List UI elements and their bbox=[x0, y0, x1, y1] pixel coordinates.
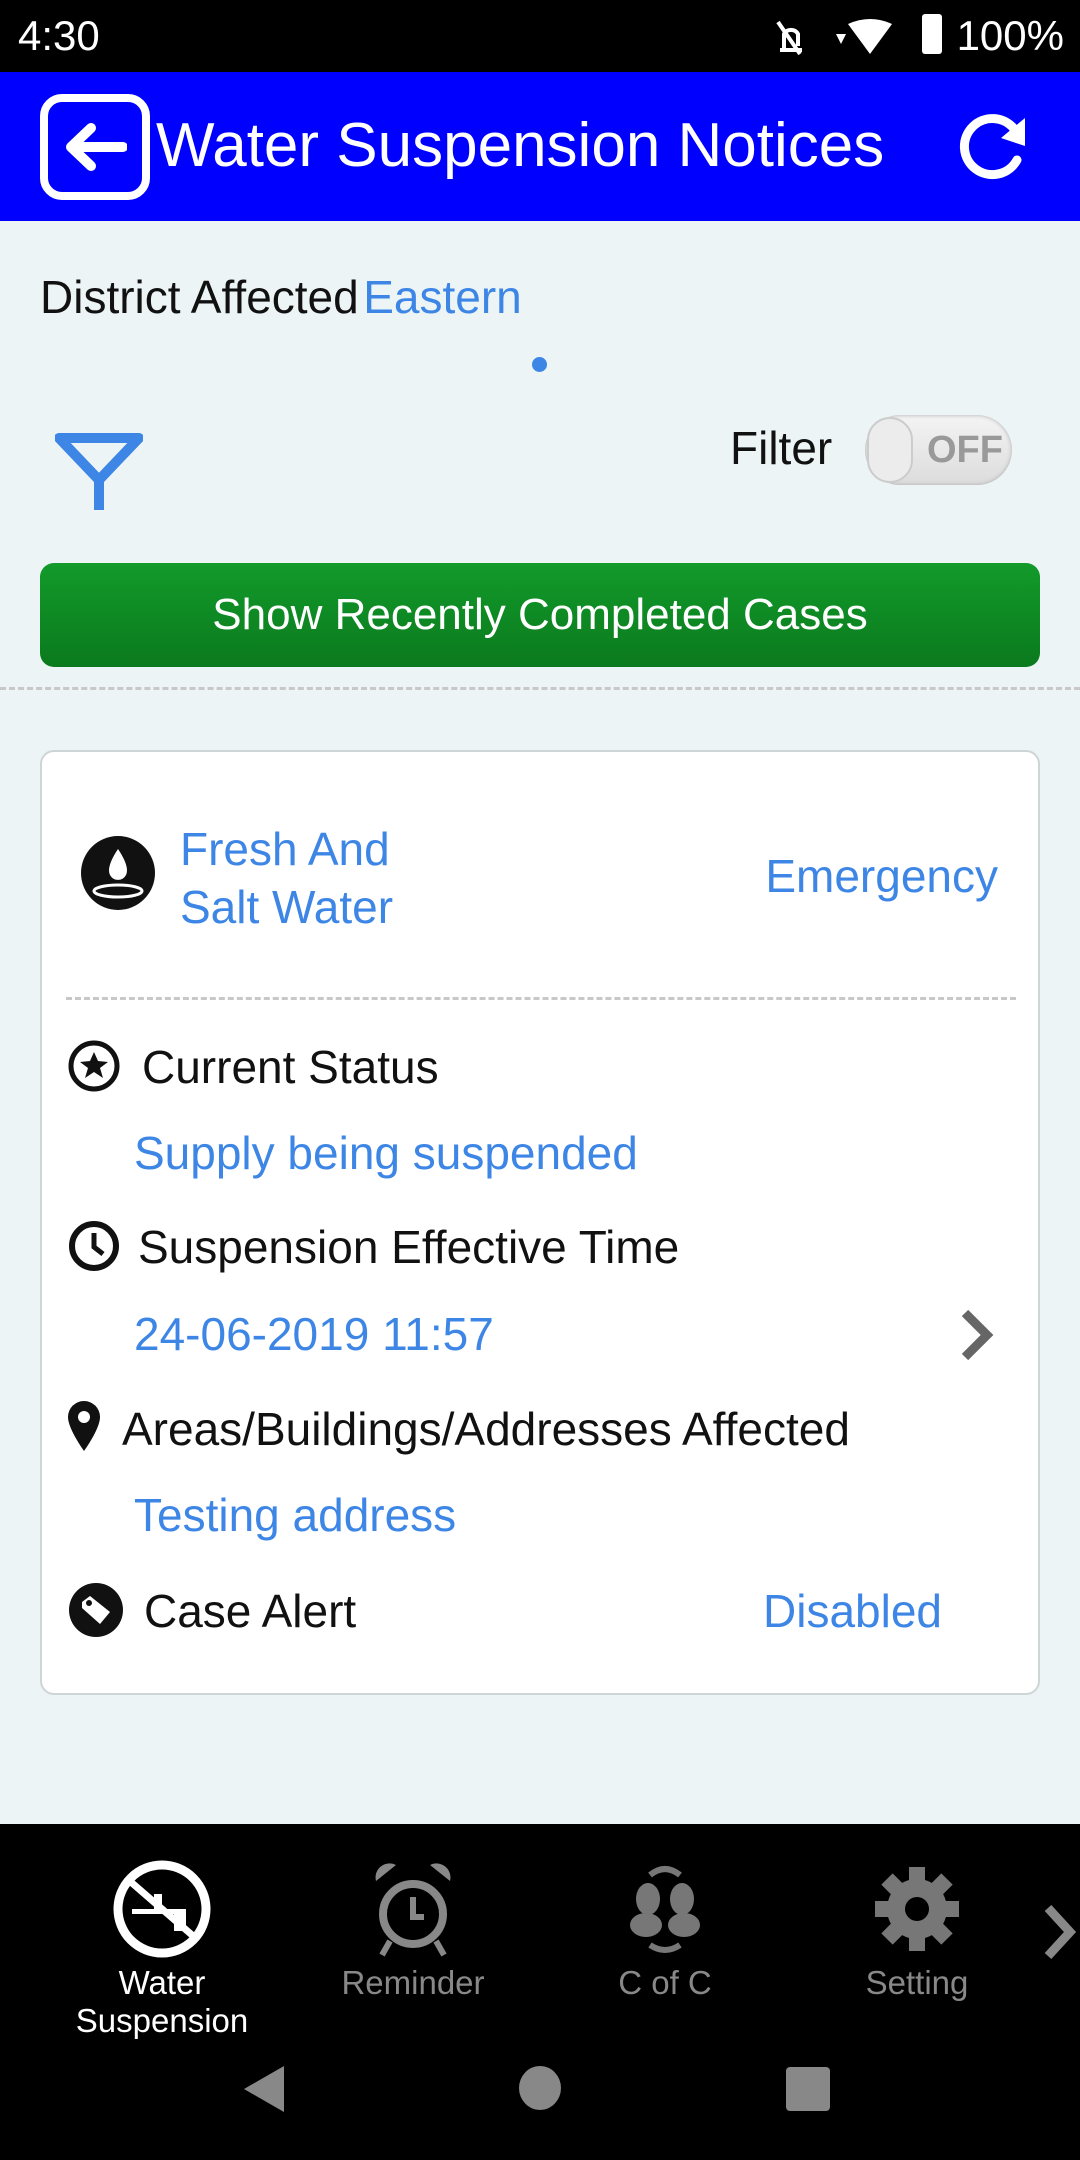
filter-icon[interactable] bbox=[55, 432, 143, 512]
water-type-line1: Fresh And bbox=[180, 823, 390, 875]
district-row: District Affected Eastern bbox=[40, 270, 522, 324]
alarm-clock-icon bbox=[375, 1863, 451, 1957]
gear-icon bbox=[875, 1867, 959, 1951]
nav-reminder[interactable]: Reminder bbox=[288, 1854, 538, 2002]
star-circle-icon bbox=[68, 1040, 120, 1092]
toggle-state: OFF bbox=[927, 429, 1003, 471]
status-bar: 4:30 100% bbox=[0, 0, 1080, 72]
bottom-navigation: Water Suspension Reminder C of C Setting bbox=[0, 1824, 1080, 2160]
status-value: Supply being suspended bbox=[134, 1127, 638, 1179]
system-home-icon[interactable] bbox=[519, 2066, 561, 2110]
people-exchange-icon bbox=[630, 1866, 700, 1953]
nav-label: Setting bbox=[865, 1964, 969, 2001]
back-arrow-icon bbox=[66, 123, 127, 171]
app-header: Water Suspension Notices bbox=[0, 72, 1080, 221]
time-value: 24-06-2019 11:57 bbox=[134, 1308, 494, 1360]
show-recent-cases-button[interactable]: Show Recently Completed Cases bbox=[40, 563, 1040, 667]
tag-icon bbox=[69, 1583, 123, 1637]
filter-toggle[interactable]: OFF bbox=[865, 415, 1012, 485]
filter-label: Filter bbox=[730, 422, 833, 474]
alert-label: Case Alert bbox=[144, 1585, 357, 1637]
time-label: Suspension Effective Time bbox=[138, 1221, 680, 1273]
areas-value: Testing address bbox=[134, 1489, 457, 1541]
status-icons bbox=[776, 19, 892, 56]
areas-label: Areas/Buildings/Addresses Affected bbox=[122, 1403, 850, 1455]
nav-label: Reminder bbox=[341, 1964, 485, 2001]
priority-value: Emergency bbox=[765, 850, 998, 902]
nav-more-chevron-icon[interactable] bbox=[1040, 1904, 1080, 1960]
status-time: 4:30 bbox=[18, 12, 100, 59]
back-button[interactable] bbox=[40, 94, 150, 200]
no-water-tap-icon bbox=[113, 1860, 211, 1958]
page-title: Water Suspension Notices bbox=[156, 111, 885, 180]
water-drop-icon bbox=[81, 836, 155, 910]
card-divider bbox=[66, 997, 1016, 1000]
water-type: Fresh And Salt Water bbox=[180, 820, 393, 936]
nav-setting[interactable]: Setting bbox=[792, 1854, 1042, 2002]
nav-label: C of C bbox=[618, 1964, 712, 2001]
water-type-line2: Salt Water bbox=[180, 881, 394, 933]
battery-percent: 100% bbox=[956, 12, 1064, 59]
alert-value[interactable]: Disabled bbox=[763, 1584, 942, 1638]
nav-water-suspension[interactable]: Water Suspension bbox=[37, 1854, 287, 2040]
chevron-right-icon[interactable] bbox=[957, 1307, 997, 1363]
battery-icon bbox=[922, 14, 942, 54]
toggle-knob bbox=[867, 417, 913, 483]
nav-label: Water Suspension bbox=[75, 1964, 249, 2039]
refresh-icon[interactable] bbox=[955, 108, 1035, 188]
district-value[interactable]: Eastern bbox=[363, 271, 522, 323]
clock-icon bbox=[69, 1221, 119, 1271]
divider bbox=[0, 687, 1080, 690]
nav-c-of-c[interactable]: C of C bbox=[540, 1854, 790, 2002]
status-label: Current Status bbox=[142, 1041, 439, 1093]
system-recents-icon[interactable] bbox=[786, 2067, 830, 2111]
district-label: District Affected bbox=[40, 271, 359, 323]
location-pin-icon bbox=[68, 1401, 100, 1451]
notice-card[interactable]: Fresh And Salt Water Emergency Current St… bbox=[40, 750, 1040, 1695]
page-indicator-dot bbox=[532, 357, 547, 372]
system-back-icon[interactable] bbox=[240, 2064, 290, 2114]
